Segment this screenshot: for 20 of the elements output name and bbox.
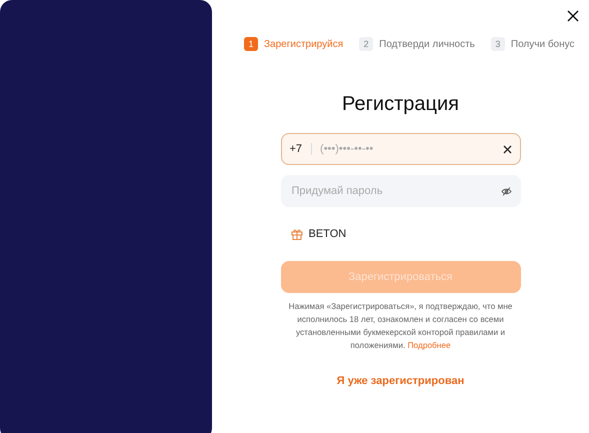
phone-field[interactable]: +7 (•••)•••-••-••: [280, 133, 520, 165]
gift-icon: [290, 228, 302, 240]
login-link[interactable]: Я уже зарегистрирован: [336, 375, 464, 387]
phone-prefix: +7: [290, 143, 312, 155]
step-number: 2: [359, 37, 374, 51]
password-input[interactable]: Придумай пароль: [290, 184, 500, 198]
clear-icon[interactable]: [502, 144, 512, 154]
more-link[interactable]: Подробнее: [408, 340, 451, 350]
password-field[interactable]: Придумай пароль: [280, 175, 520, 207]
step-number: 1: [244, 37, 258, 51]
eye-off-icon[interactable]: [500, 186, 512, 196]
close-button[interactable]: [565, 8, 581, 24]
terms-text: Нажимая «Зарегистрироваться», я подтверждаю, что мне исполнилось 18 лет, ознакомлен и согласен со всеми установленными букмекерской конторой правилами и положениями. Подробнее: [288, 300, 514, 352]
step-label: Подтверди личность: [379, 38, 475, 50]
step-number: 3: [490, 37, 505, 51]
phone-input[interactable]: (•••)•••-••-••: [318, 142, 502, 156]
step-label: Получи бонус: [510, 38, 575, 50]
promo-code: BETON: [308, 228, 346, 240]
page-title: Регистрация: [342, 93, 459, 116]
step-label: Зарегистрируйся: [264, 38, 344, 50]
